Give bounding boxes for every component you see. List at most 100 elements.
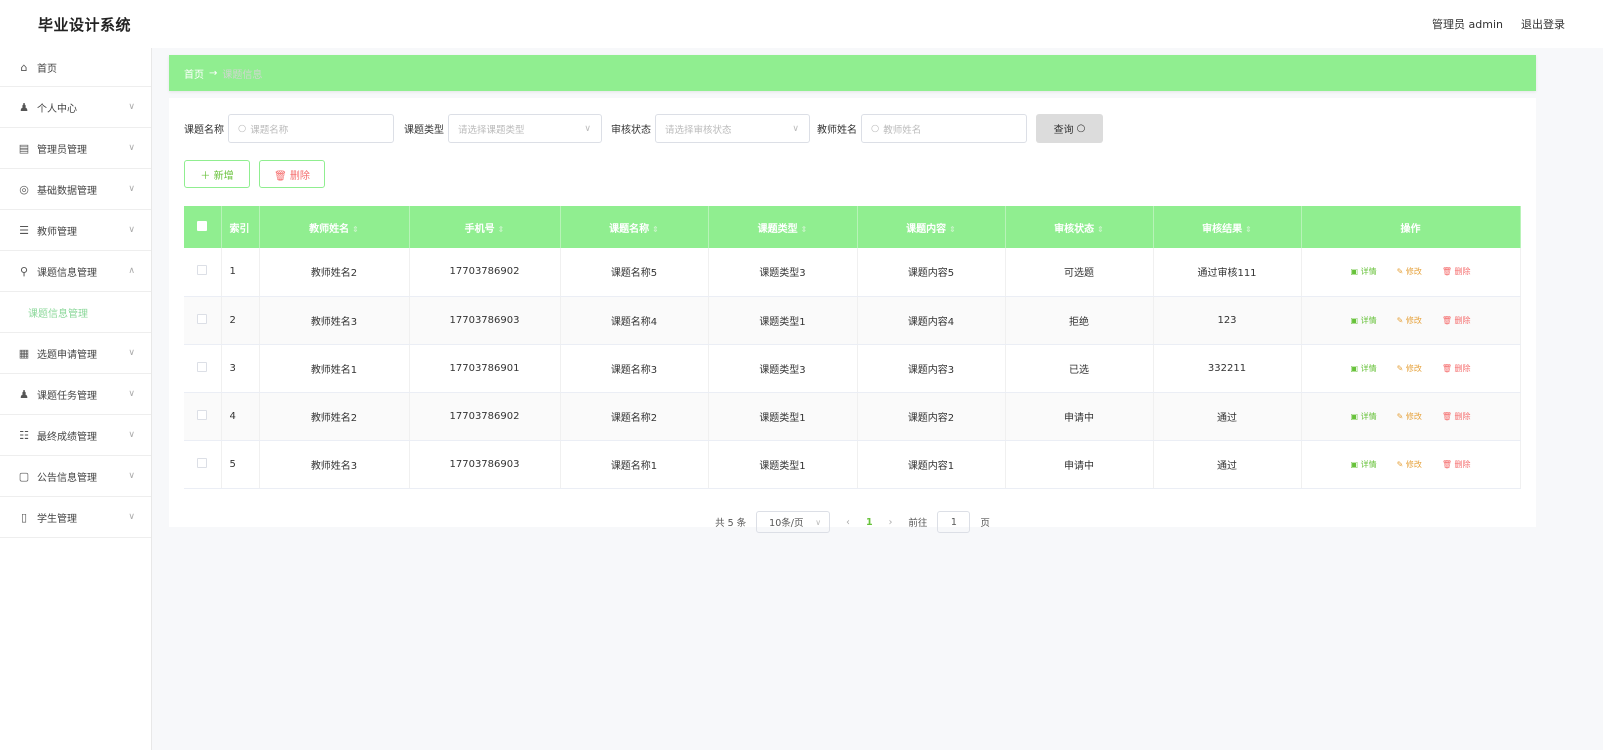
sidebar-item-label: 学生管理: [37, 513, 77, 525]
cell-result: 通过审核111: [1153, 248, 1302, 297]
row-delete-button[interactable]: 🗑 删除: [1442, 316, 1471, 325]
sidebar-item[interactable]: ▢ 公告信息管理 ∨: [0, 456, 151, 497]
title-search-placeholder: 课题名称: [250, 124, 289, 136]
row-actions: ▣ 详情 ✎ 修改 🗑 删除: [1301, 440, 1521, 489]
sidebar-subitem[interactable]: 课题信息管理: [0, 292, 151, 333]
column-header[interactable]: 审核状态 ⇕: [1005, 206, 1154, 248]
add-button[interactable]: ＋ 新增: [184, 160, 250, 188]
sort-icon[interactable]: ⇕: [1245, 225, 1252, 234]
page-size-select[interactable]: 10条/页 ∨: [756, 511, 831, 533]
goto-page-input[interactable]: 1: [937, 511, 971, 533]
sort-icon[interactable]: ⇕: [1097, 225, 1104, 234]
edit-button[interactable]: ✎ 修改: [1397, 316, 1422, 325]
column-header[interactable]: 教师姓名 ⇕: [259, 206, 410, 248]
row-checkbox[interactable]: [184, 440, 222, 489]
row-delete-button[interactable]: 🗑 删除: [1442, 412, 1471, 421]
menu-icon: ♟: [19, 100, 29, 114]
detail-button[interactable]: ▣ 详情: [1350, 412, 1376, 421]
sidebar-item[interactable]: ☷ 最终成绩管理 ∨: [0, 415, 151, 456]
sidebar-item[interactable]: ◎ 基础数据管理 ∨: [0, 169, 151, 210]
app-title: 毕业设计系统: [38, 15, 132, 34]
cell-status: 已选: [1005, 344, 1154, 393]
detail-button[interactable]: ▣ 详情: [1350, 316, 1376, 325]
column-header-label: 教师姓名: [309, 223, 350, 235]
chevron-down-icon: ∨: [128, 430, 135, 440]
row-delete-button[interactable]: 🗑 删除: [1442, 364, 1471, 373]
logout-link[interactable]: 退出登录: [1521, 16, 1565, 32]
sort-icon[interactable]: ⇕: [498, 225, 505, 234]
row-checkbox[interactable]: [184, 344, 222, 393]
sidebar-item[interactable]: ⌂ 首页: [0, 48, 151, 87]
table-row[interactable]: 3 教师姓名1 17703786901 课题名称3 课题类型3 课题内容3 已选 332211…: [184, 344, 1521, 393]
detail-button[interactable]: ▣ 详情: [1350, 460, 1376, 469]
sort-icon[interactable]: ⇕: [352, 225, 359, 234]
table-header-row: 索引 教师姓名 ⇕ 手机号 ⇕ 课题名称 ⇕ 课题类型 ⇕ 课题内容 ⇕ 审核状态 ⇕ 审核结果 ⇕ 操作: [184, 206, 1521, 248]
sidebar-item[interactable]: ☰ 教师管理 ∨: [0, 210, 151, 251]
menu-icon: ♟: [19, 387, 29, 401]
menu-icon: ▢: [18, 469, 30, 483]
detail-button[interactable]: ▣ 详情: [1350, 267, 1376, 276]
detail-button[interactable]: ▣ 详情: [1350, 364, 1376, 373]
column-header[interactable]: 审核结果 ⇕: [1153, 206, 1302, 248]
row-checkbox[interactable]: [184, 296, 222, 345]
sidebar-item-label: 最终成绩管理: [37, 431, 97, 443]
user-area: 管理员 admin 退出登录: [1432, 16, 1565, 32]
chevron-up-icon: ∧: [128, 266, 135, 276]
sidebar-item-label: 个人中心: [37, 103, 77, 115]
chevron-down-icon: ∨: [815, 517, 822, 527]
column-header-label: 手机号: [464, 223, 495, 235]
table-row[interactable]: 1 教师姓名2 17703786902 课题名称5 课题类型3 课题内容5 可选题 通过审核1…: [184, 248, 1521, 297]
next-page-icon[interactable]: ›: [889, 517, 893, 528]
title-search-input[interactable]: ○ 课题名称: [228, 114, 394, 143]
column-header[interactable]: 课题内容 ⇕: [857, 206, 1006, 248]
select-all-checkbox[interactable]: [184, 206, 222, 248]
breadcrumb-home[interactable]: 首页: [184, 66, 204, 81]
page-number[interactable]: 1: [866, 517, 873, 528]
column-header[interactable]: 手机号 ⇕: [409, 206, 561, 248]
cell-index: 5: [221, 440, 260, 489]
cell-type: 课题类型1: [708, 296, 858, 345]
sidebar-item[interactable]: ♟ 个人中心 ∨: [0, 87, 151, 128]
sort-icon[interactable]: ⇕: [801, 225, 808, 234]
status-filter-select[interactable]: 请选择审核状态 ∨: [655, 114, 810, 143]
sidebar-item[interactable]: ▤ 管理员管理 ∨: [0, 128, 151, 169]
column-header[interactable]: 课题类型 ⇕: [708, 206, 858, 248]
teacher-search-input[interactable]: ○ 教师姓名: [861, 114, 1027, 143]
column-header-label: 审核结果: [1202, 223, 1243, 235]
bulk-delete-button[interactable]: 🗑 删除: [259, 160, 325, 188]
sidebar-item[interactable]: ▦ 选题申请管理 ∨: [0, 333, 151, 374]
current-user[interactable]: 管理员 admin: [1432, 16, 1503, 32]
prev-page-icon[interactable]: ‹: [846, 517, 850, 528]
cell-phone: 17703786903: [409, 440, 561, 489]
search-icon: ○: [1076, 123, 1086, 134]
column-header[interactable]: 课题名称 ⇕: [560, 206, 709, 248]
chevron-down-icon: ∨: [792, 123, 799, 134]
row-checkbox[interactable]: [184, 392, 222, 441]
sidebar-item[interactable]: ♟ 课题任务管理 ∨: [0, 374, 151, 415]
row-checkbox[interactable]: [184, 248, 222, 297]
sort-icon[interactable]: ⇕: [652, 225, 659, 234]
table-row[interactable]: 5 教师姓名3 17703786903 课题名称1 课题类型1 课题内容1 申请中 通过 ▣ 详…: [184, 440, 1521, 489]
edit-button[interactable]: ✎ 修改: [1397, 412, 1422, 421]
table-row[interactable]: 2 教师姓名3 17703786903 课题名称4 课题类型1 课题内容4 拒绝 123 ▣ 详…: [184, 296, 1521, 345]
type-filter-select[interactable]: 请选择课题类型 ∨: [448, 114, 602, 143]
query-button-label: 查询: [1053, 125, 1074, 136]
row-delete-button[interactable]: 🗑 删除: [1442, 460, 1471, 469]
row-delete-button[interactable]: 🗑 删除: [1442, 267, 1471, 276]
edit-button[interactable]: ✎ 修改: [1397, 460, 1422, 469]
sidebar-item[interactable]: ⚲ 课题信息管理 ∧: [0, 251, 151, 292]
column-header-label: 课题内容: [906, 223, 947, 235]
cell-result: 332211: [1153, 344, 1302, 393]
sidebar-item[interactable]: ▯ 学生管理 ∨: [0, 497, 151, 538]
edit-button[interactable]: ✎ 修改: [1397, 364, 1422, 373]
status-filter-label: 审核状态: [611, 125, 651, 136]
menu-icon: ◎: [19, 182, 29, 196]
sort-icon[interactable]: ⇕: [949, 225, 956, 234]
chevron-down-icon: ∨: [128, 512, 135, 522]
teacher-search-label: 教师姓名: [817, 125, 857, 136]
sidebar-item-label: 教师管理: [37, 226, 77, 238]
query-button[interactable]: 查询 ○: [1036, 114, 1103, 143]
sidebar: ⌂ 首页 ♟ 个人中心 ∨ ▤ 管理员管理 ∨ ◎ 基础数据管理 ∨ ☰ 教师管理 ∨ ⚲ 课题信息管理 ∧ 课题…: [0, 48, 152, 750]
edit-button[interactable]: ✎ 修改: [1397, 267, 1422, 276]
table-row[interactable]: 4 教师姓名2 17703786902 课题名称2 课题类型1 课题内容2 申请中 通过 ▣ 详…: [184, 392, 1521, 441]
